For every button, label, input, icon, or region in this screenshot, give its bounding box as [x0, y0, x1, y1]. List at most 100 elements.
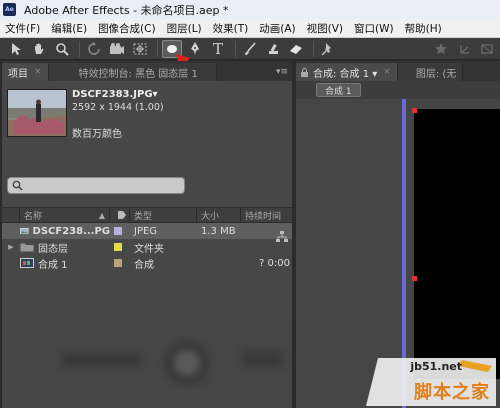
watermark-site: jb51.net	[410, 360, 462, 373]
project-panel: 项目 × 特效控制台: 黑色 固态层 1 ▾≡ DSCF2383.JPG▾ 25…	[2, 61, 292, 408]
image-file-icon	[20, 227, 29, 235]
close-icon[interactable]: ×	[34, 67, 42, 77]
list-item[interactable]: ▶ 固态层 文件夹	[2, 239, 292, 255]
project-table-header: 名称 ▲ 类型 大小 持续时间	[2, 207, 292, 223]
col-duration-label: 持续时间	[245, 211, 282, 222]
toolbar-separator	[79, 40, 80, 57]
tab-project-label: 项目	[8, 68, 28, 80]
text-t-icon: T	[212, 39, 223, 58]
tab-layer[interactable]: 图层: (无	[397, 63, 464, 81]
tab-composition-label: 合成: 合成 1 ▾	[313, 68, 378, 80]
camera-tool[interactable]	[107, 40, 127, 58]
item-name-text: DSCF238...PG	[32, 225, 110, 237]
sort-ascending-icon: ▲	[98, 210, 105, 220]
item-name: 固态层	[20, 239, 110, 255]
tab-layer-label: 图层: (无	[415, 68, 457, 80]
local-axis-mode-star[interactable]	[431, 40, 451, 58]
panel-menu-icon[interactable]: ▾≡	[276, 63, 288, 81]
view-axis-mode[interactable]	[477, 40, 497, 58]
selected-file-name[interactable]: DSCF2383.JPG▾	[72, 89, 158, 100]
arrow-pointer-icon	[12, 42, 21, 55]
composition-icon	[20, 258, 34, 268]
camera-icon	[110, 42, 124, 54]
col-label[interactable]	[110, 207, 130, 223]
clone-stamp-tool[interactable]	[263, 40, 283, 58]
item-type: JPEG	[134, 225, 158, 237]
brush-tool[interactable]	[240, 40, 260, 58]
folder-icon	[20, 243, 34, 252]
tools-toolbar: T	[0, 38, 500, 60]
layer-handle[interactable]	[412, 108, 417, 113]
hand-tool[interactable]	[29, 40, 49, 58]
menu-view[interactable]: 视图(V)	[302, 21, 349, 36]
title-bar: Ae Adobe After Effects - 未命名项目.aep *	[0, 0, 500, 19]
list-item[interactable]: DSCF238...PG JPEG 1.3 MB	[2, 223, 292, 239]
menu-file[interactable]: 文件(F)	[0, 21, 46, 36]
pushpin-icon	[321, 42, 331, 55]
item-size: 1.3 MB	[201, 225, 236, 237]
col-name[interactable]: 名称 ▲	[20, 207, 110, 223]
selection-tool[interactable]	[6, 40, 26, 58]
tab-effect-controls-label: 特效控制台: 黑色 固态层 1	[78, 68, 198, 80]
menu-composition[interactable]: 图像合成(C)	[93, 21, 162, 36]
text-tool[interactable]: T	[208, 40, 228, 58]
pan-behind-tool[interactable]	[130, 40, 150, 58]
col-size-label: 大小	[201, 211, 220, 222]
pen-nib-icon	[191, 42, 199, 55]
composition-canvas[interactable]	[414, 109, 500, 379]
item-name-text: 固态层	[38, 243, 68, 255]
hand-icon	[35, 43, 44, 54]
ellipse-icon	[167, 44, 177, 53]
rotate-icon	[88, 41, 100, 55]
tab-composition[interactable]: 合成: 合成 1 ▾ ×	[296, 63, 398, 81]
panel-empty-area	[2, 323, 292, 408]
col-type-label: 类型	[134, 211, 153, 222]
item-type: 文件夹	[134, 243, 164, 255]
star-icon	[435, 42, 447, 54]
anchor-target-icon	[133, 43, 147, 54]
label-tag-icon	[117, 211, 126, 219]
puppet-tool[interactable]	[318, 40, 338, 58]
pen-tool[interactable]	[185, 40, 205, 58]
selected-file-color-depth: 数百万颜色	[72, 129, 122, 140]
col-type[interactable]: 类型	[130, 207, 197, 223]
toolbar-separator	[235, 40, 236, 57]
tab-project[interactable]: 项目 ×	[2, 63, 49, 81]
label-color-swatch[interactable]	[114, 243, 122, 251]
col-size[interactable]: 大小	[197, 207, 241, 223]
close-icon[interactable]: ×	[383, 67, 391, 77]
file-preview: DSCF2383.JPG▾ 2592 x 1944 (1.00) 数百万颜色	[2, 81, 292, 169]
composition-panel: 合成: 合成 1 ▾ × 图层: (无 合成 1 jb51.net 脚本之家	[296, 61, 500, 408]
col-name-label: 名称	[24, 211, 43, 222]
label-color-swatch[interactable]	[114, 259, 122, 267]
stamp-icon	[269, 43, 278, 54]
project-search-input[interactable]	[7, 177, 185, 194]
menu-effect[interactable]: 效果(T)	[208, 21, 255, 36]
menu-window[interactable]: 窗口(W)	[349, 21, 400, 36]
ellipse-tool[interactable]	[162, 39, 182, 58]
flowchart-icon[interactable]	[276, 231, 288, 246]
layer-handle[interactable]	[412, 276, 417, 281]
eraser-tool[interactable]	[286, 40, 306, 58]
label-color-swatch[interactable]	[114, 227, 122, 235]
menu-layer[interactable]: 图层(L)	[162, 21, 208, 36]
zoom-tool[interactable]	[52, 40, 72, 58]
brush-icon	[245, 41, 256, 55]
axis-gizmo-icon	[460, 44, 469, 54]
toolbar-separator	[313, 40, 314, 57]
expand-triangle-icon[interactable]: ▶	[2, 239, 20, 255]
composition-flowchart-button[interactable]: 合成 1	[316, 83, 361, 97]
item-name-text: 合成 1	[38, 259, 68, 271]
world-axis-mode[interactable]	[454, 40, 474, 58]
col-duration[interactable]: 持续时间	[241, 207, 292, 223]
rotate-tool[interactable]	[84, 40, 104, 58]
item-size	[197, 239, 241, 255]
lock-icon[interactable]	[300, 67, 309, 77]
search-row	[2, 169, 292, 199]
list-item[interactable]: 合成 1 合成 ? 0:00	[2, 255, 292, 271]
eraser-icon	[290, 44, 302, 54]
menu-animation[interactable]: 动画(A)	[254, 21, 301, 36]
menu-edit[interactable]: 编辑(E)	[46, 21, 93, 36]
menu-help[interactable]: 帮助(H)	[400, 21, 448, 36]
tab-effect-controls[interactable]: 特效控制台: 黑色 固态层 1	[48, 63, 217, 81]
